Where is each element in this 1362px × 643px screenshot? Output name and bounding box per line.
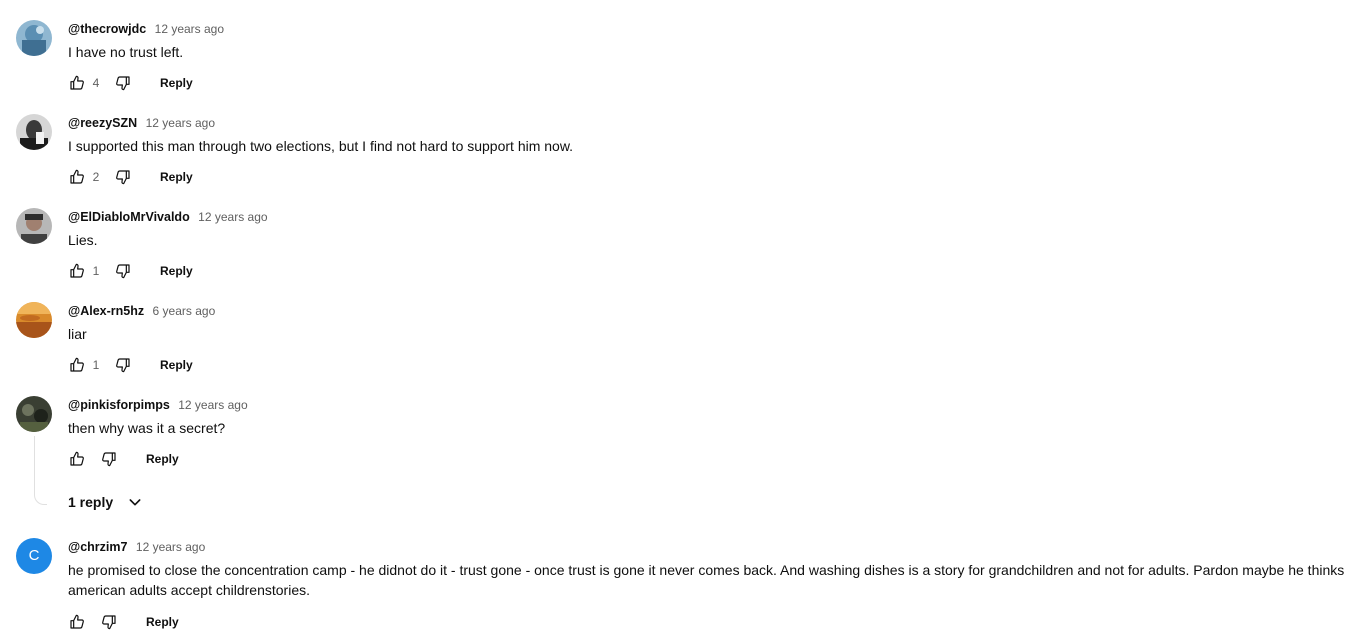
comment-text: I have no trust left. (68, 44, 184, 60)
comment-text: he promised to close the concentration c… (68, 562, 1345, 598)
comment-author[interactable]: @ElDiabloMrVivaldo (68, 210, 190, 224)
comment-text: Lies. (68, 232, 98, 248)
thumb-up-icon[interactable] (68, 74, 86, 92)
reply-button[interactable]: Reply (160, 76, 193, 90)
comment-time[interactable]: 12 years ago (178, 398, 247, 412)
thread-connector (34, 436, 47, 505)
replies-count-label: 1 reply (68, 494, 114, 510)
comment-actions: 2 Reply (68, 165, 193, 189)
comment-author[interactable]: @pinkisforpimps (68, 398, 170, 412)
like-count: 2 (92, 170, 100, 184)
thumb-down-icon[interactable] (114, 168, 132, 186)
avatar[interactable] (16, 20, 52, 56)
comment-text: liar (68, 326, 87, 342)
reply-button[interactable]: Reply (160, 170, 193, 184)
thumb-down-icon[interactable] (100, 613, 118, 631)
comment-actions: 4 Reply (68, 71, 193, 95)
avatar[interactable] (16, 114, 52, 150)
view-replies-button[interactable]: 1 reply (68, 494, 143, 510)
comment-author[interactable]: @reezySZN (68, 116, 137, 130)
avatar[interactable] (16, 302, 52, 338)
avatar[interactable] (16, 396, 52, 432)
like-count: 4 (92, 76, 100, 90)
thumb-down-icon[interactable] (114, 356, 132, 374)
like-count: 1 (92, 264, 100, 278)
avatar[interactable] (16, 208, 52, 244)
thumb-up-icon[interactable] (68, 613, 86, 631)
thumb-down-icon[interactable] (114, 262, 132, 280)
thumb-up-icon[interactable] (68, 262, 86, 280)
comment-author[interactable]: @chrzim7 (68, 540, 127, 554)
comment-time[interactable]: 12 years ago (198, 210, 267, 224)
thumb-up-icon[interactable] (68, 168, 86, 186)
comment-time[interactable]: 6 years ago (153, 304, 216, 318)
thumb-up-icon[interactable] (68, 356, 86, 374)
reply-button[interactable]: Reply (160, 264, 193, 278)
comment-actions: Reply (68, 447, 179, 471)
comment-text: I supported this man through two electio… (68, 138, 574, 154)
comment-text: then why was it a secret? (68, 420, 226, 436)
chevron-down-icon (127, 494, 143, 510)
like-count: 1 (92, 358, 100, 372)
comment-time[interactable]: 12 years ago (136, 540, 205, 554)
comment-author[interactable]: @thecrowjdc (68, 22, 146, 36)
reply-button[interactable]: Reply (146, 452, 179, 466)
avatar[interactable]: C (16, 538, 52, 574)
thumb-up-icon[interactable] (68, 450, 86, 468)
reply-button[interactable]: Reply (160, 358, 193, 372)
comment-actions: 1 Reply (68, 353, 193, 377)
comment-actions: Reply (68, 610, 179, 634)
comment-time[interactable]: 12 years ago (155, 22, 224, 36)
comment-actions: 1 Reply (68, 259, 193, 283)
thumb-down-icon[interactable] (114, 74, 132, 92)
comment-time[interactable]: 12 years ago (146, 116, 215, 130)
comment-author[interactable]: @Alex-rn5hz (68, 304, 144, 318)
reply-button[interactable]: Reply (146, 615, 179, 629)
thumb-down-icon[interactable] (100, 450, 118, 468)
